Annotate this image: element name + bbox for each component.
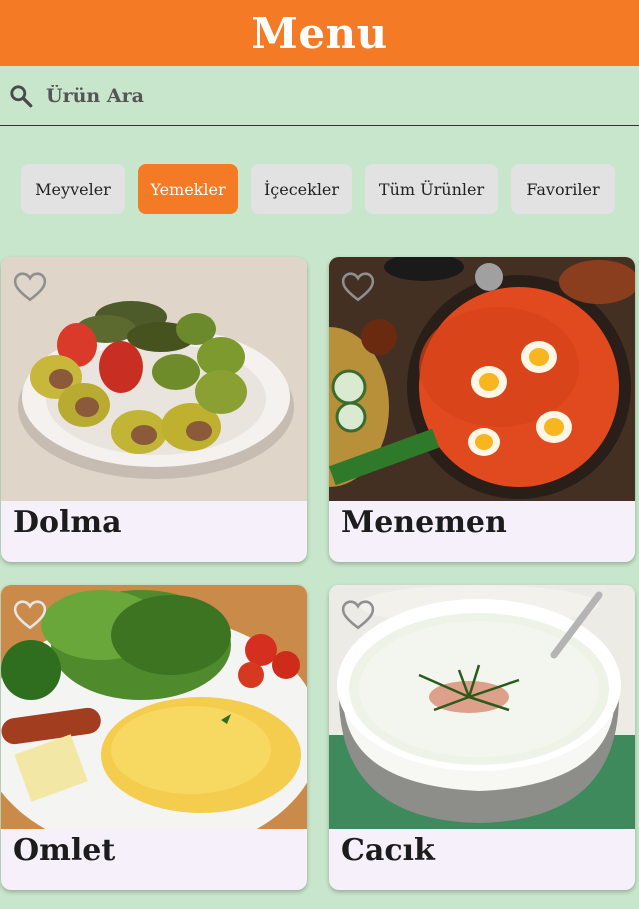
search-bar[interactable] (0, 66, 639, 126)
product-card-omlet[interactable]: Omlet (1, 585, 307, 890)
product-card-cacik[interactable]: Cacık (329, 585, 635, 890)
favorite-heart-icon[interactable] (13, 599, 47, 631)
product-card-dolma[interactable]: Dolma (1, 257, 307, 562)
page-title: Menu (251, 8, 388, 58)
search-input[interactable] (46, 84, 566, 107)
product-card-menemen[interactable]: Menemen (329, 257, 635, 562)
app-bar: Menu (0, 0, 639, 66)
chip-yemekler[interactable]: Yemekler (138, 164, 238, 214)
product-name: Dolma (13, 505, 122, 540)
favorite-heart-icon[interactable] (341, 599, 375, 631)
favorite-heart-icon[interactable] (13, 271, 47, 303)
product-name: Menemen (341, 505, 507, 540)
chip-tum-urunler[interactable]: Tüm Ürünler (365, 164, 498, 214)
favorite-heart-icon[interactable] (341, 271, 375, 303)
product-name: Cacık (341, 833, 435, 868)
chip-favoriler[interactable]: Favoriler (511, 164, 615, 214)
search-icon (10, 84, 33, 107)
chip-meyveler[interactable]: Meyveler (21, 164, 125, 214)
product-name: Omlet (13, 833, 116, 868)
chip-icecekler[interactable]: İçecekler (251, 164, 352, 214)
category-filter: Meyveler Yemekler İçecekler Tüm Ürünler … (0, 164, 639, 214)
